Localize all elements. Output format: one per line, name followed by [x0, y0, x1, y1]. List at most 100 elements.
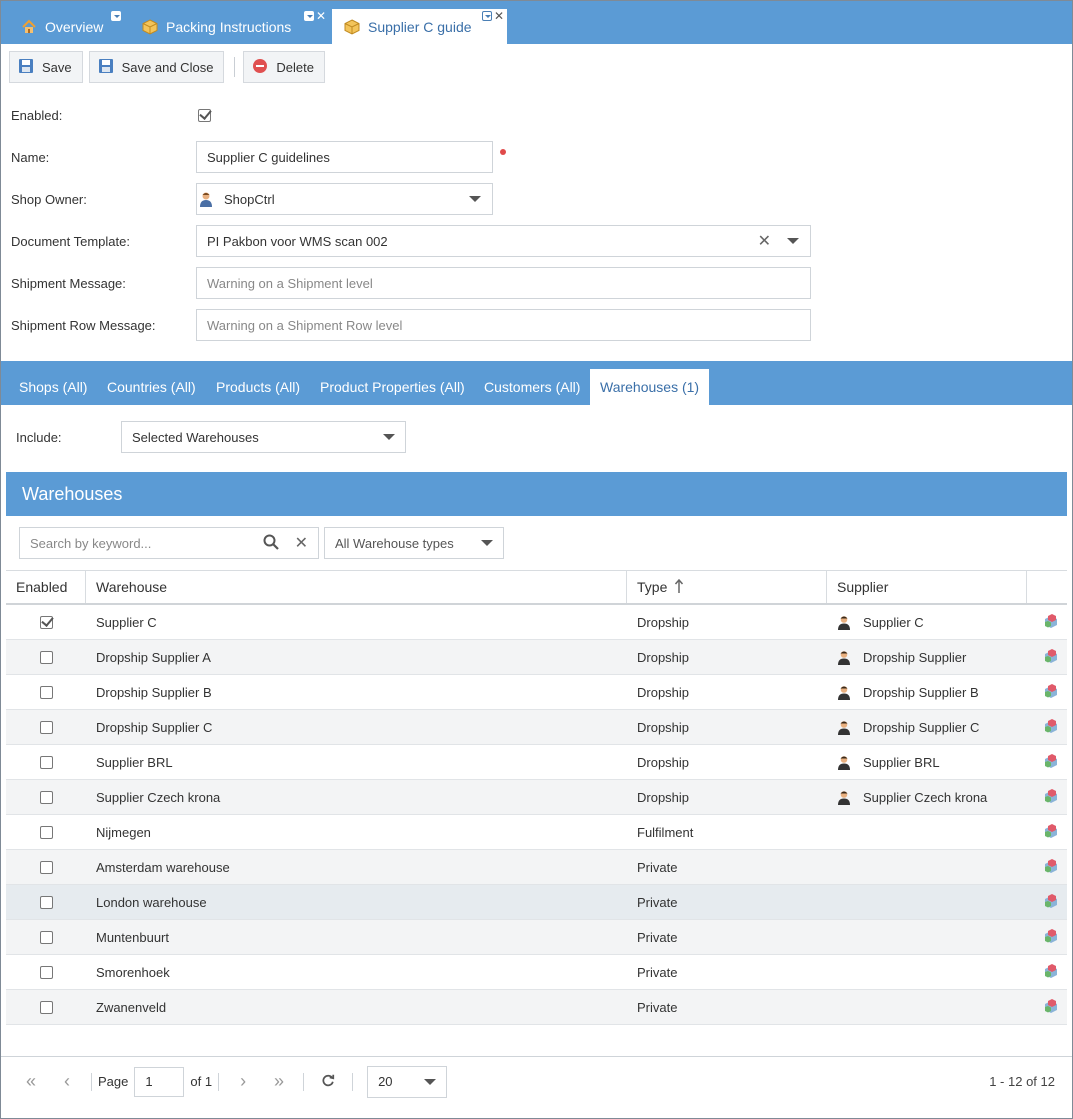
table-row[interactable]: Dropship Supplier C Dropship Dropship Supp… [6, 710, 1067, 745]
row-enabled-checkbox[interactable] [39, 685, 53, 699]
tab-products[interactable]: Products (All) [216, 369, 300, 405]
column-supplier[interactable]: Supplier [827, 571, 1027, 603]
row-enabled-checkbox[interactable] [39, 825, 53, 839]
row-enabled-checkbox[interactable] [39, 860, 53, 874]
supplier-user-icon [837, 615, 851, 630]
document-template-label: Document Template: [11, 234, 130, 249]
warehouse-icon[interactable] [1043, 648, 1059, 667]
enabled-checkbox[interactable] [198, 109, 211, 122]
tab-menu-icon[interactable] [482, 11, 492, 21]
refresh-icon[interactable] [310, 1071, 346, 1092]
warehouse-icon[interactable] [1043, 718, 1059, 737]
table-row[interactable]: Amsterdam warehouse Private [6, 850, 1067, 885]
column-enabled[interactable]: Enabled [6, 571, 86, 603]
row-enabled-checkbox[interactable] [39, 895, 53, 909]
close-icon[interactable]: ✕ [494, 10, 504, 22]
tab-countries[interactable]: Countries (All) [107, 369, 196, 405]
document-template-select[interactable]: PI Pakbon voor WMS scan 002 ✕ [196, 225, 811, 257]
column-type[interactable]: Type [627, 571, 827, 603]
delete-label: Delete [276, 59, 314, 75]
supplier-user-icon [837, 790, 851, 805]
row-enabled-checkbox[interactable] [39, 615, 53, 629]
include-select[interactable]: Selected Warehouses [121, 421, 406, 453]
first-page-icon[interactable]: « [13, 1071, 49, 1092]
warehouse-icon[interactable] [1043, 788, 1059, 807]
table-row[interactable]: Dropship Supplier A Dropship Dropship Supp… [6, 640, 1067, 675]
warehouse-icon[interactable] [1043, 998, 1059, 1017]
delete-button[interactable]: Delete [243, 51, 325, 83]
warehouse-cell: Supplier BRL [96, 754, 173, 770]
page-size-select[interactable]: 20 [367, 1065, 448, 1098]
row-enabled-checkbox[interactable] [39, 1000, 53, 1014]
table-row[interactable]: Muntenbuurt Private [6, 920, 1067, 955]
action-cell [1027, 815, 1067, 849]
table-row[interactable]: Zwanenveld Private [6, 990, 1067, 1025]
table-row[interactable]: Dropship Supplier B Dropship Dropship Supp… [6, 675, 1067, 710]
enabled-cell [6, 815, 86, 849]
search-input[interactable]: Search by keyword... ✕ [19, 527, 319, 559]
tab-supplier-c-guide[interactable]: Supplier C guide [332, 9, 507, 44]
clear-icon[interactable]: ✕ [295, 533, 308, 553]
tab-warehouses[interactable]: Warehouses (1) [590, 369, 710, 405]
warehouse-icon[interactable] [1043, 753, 1059, 772]
table-row[interactable]: Supplier Czech krona Dropship Supplier Cze… [6, 780, 1067, 815]
table-row[interactable]: London warehouse Private [6, 885, 1067, 920]
type-cell: Dropship [637, 754, 690, 770]
action-cell [1027, 885, 1067, 919]
table-row[interactable]: Supplier C Dropship Supplier C [6, 605, 1067, 640]
name-field[interactable]: Supplier C guidelines [196, 141, 493, 173]
type-cell: Private [637, 929, 678, 945]
type-cell: Private [637, 999, 678, 1015]
enabled-label: Enabled: [11, 108, 63, 123]
column-warehouse[interactable]: Warehouse [86, 571, 627, 603]
warehouse-icon[interactable] [1043, 613, 1059, 632]
clear-icon[interactable]: ✕ [758, 231, 771, 251]
enabled-cell [6, 990, 86, 1024]
table-row[interactable]: Smorenhoek Private [6, 955, 1067, 990]
warehouse-icon[interactable] [1043, 683, 1059, 702]
close-icon[interactable]: ✕ [316, 10, 326, 22]
search-icon[interactable] [263, 534, 279, 553]
tab-label: Overview [45, 18, 104, 35]
table-row[interactable]: Supplier BRL Dropship Supplier BRL [6, 745, 1067, 780]
tab-customers[interactable]: Customers (All) [484, 369, 580, 405]
warehouse-icon[interactable] [1043, 823, 1059, 842]
tab-shops[interactable]: Shops (All) [19, 369, 87, 405]
last-page-icon[interactable]: » [261, 1071, 297, 1092]
action-cell [1027, 710, 1067, 744]
next-page-icon[interactable]: › [225, 1071, 261, 1092]
row-enabled-checkbox[interactable] [39, 650, 53, 664]
tab-product-properties[interactable]: Product Properties (All) [320, 369, 465, 405]
page-total: of 1 [190, 1074, 213, 1089]
row-enabled-checkbox[interactable] [39, 965, 53, 979]
warehouse-type-filter[interactable]: All Warehouse types [324, 527, 504, 559]
save-button[interactable]: Save [9, 51, 83, 83]
tab-packing-instructions[interactable]: Packing Instructions [142, 9, 291, 44]
shipment-row-message-input[interactable]: Warning on a Shipment Row level [196, 309, 811, 341]
action-cell [1027, 850, 1067, 884]
type-cell: Private [637, 964, 678, 980]
table-row[interactable]: Nijmegen Fulfilment [6, 815, 1067, 850]
shipment-row-message-placeholder: Warning on a Shipment Row level [207, 317, 403, 333]
warehouse-icon[interactable] [1043, 963, 1059, 982]
tab-menu-icon[interactable] [111, 11, 121, 21]
save-and-close-button[interactable]: Save and Close [88, 51, 225, 83]
action-cell [1027, 780, 1067, 814]
warehouse-icon[interactable] [1043, 858, 1059, 877]
enabled-cell [6, 710, 86, 744]
row-enabled-checkbox[interactable] [39, 790, 53, 804]
shipment-message-input[interactable]: Warning on a Shipment level [196, 267, 811, 299]
row-enabled-checkbox[interactable] [39, 930, 53, 944]
warehouse-icon[interactable] [1043, 928, 1059, 947]
shipment-message-placeholder: Warning on a Shipment level [207, 275, 373, 291]
page-input[interactable]: 1 [134, 1066, 185, 1097]
row-enabled-checkbox[interactable] [39, 720, 53, 734]
warehouse-icon[interactable] [1043, 893, 1059, 912]
supplier-cell: Dropship Supplier B [827, 675, 1027, 709]
shop-owner-select[interactable]: ShopCtrl [196, 183, 493, 215]
tab-overview[interactable]: Overview [21, 9, 103, 44]
prev-page-icon[interactable]: ‹ [49, 1071, 85, 1092]
supplier-cell: Supplier C [827, 605, 1027, 639]
tab-menu-icon[interactable] [304, 11, 314, 21]
row-enabled-checkbox[interactable] [39, 755, 53, 769]
